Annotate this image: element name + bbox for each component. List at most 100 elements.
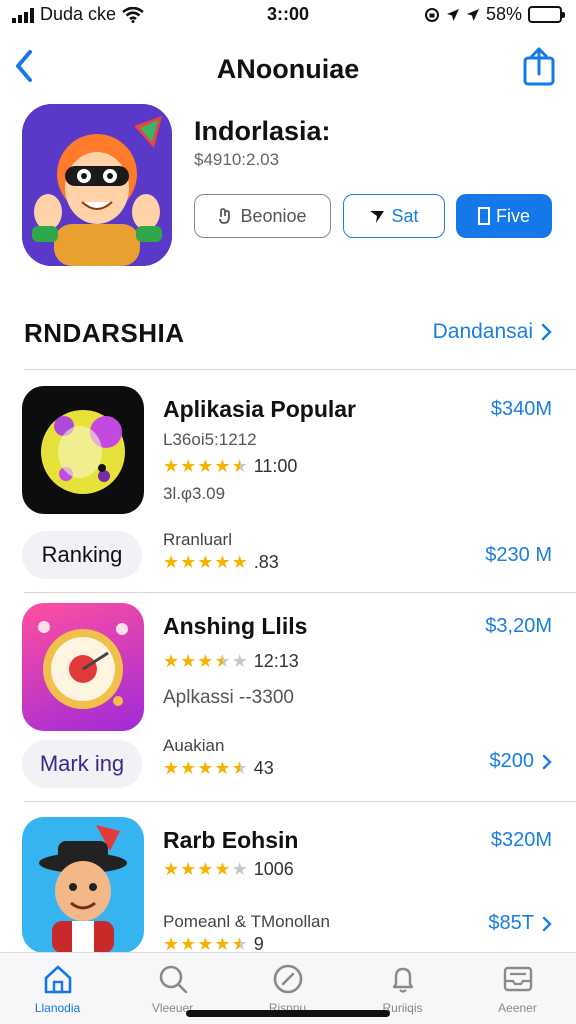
star-icon: ★: [214, 758, 231, 778]
chip-marking[interactable]: Mark ing: [22, 740, 142, 788]
app-name: Rarb Eohsin: [163, 827, 299, 853]
app-price[interactable]: $320M: [491, 829, 552, 852]
divider: [24, 801, 576, 802]
app-icon: [22, 603, 144, 731]
hero-primary-label: Five: [495, 205, 530, 226]
chip-ranking[interactable]: Ranking: [22, 531, 142, 579]
tab-search[interactable]: Vleeuer: [115, 963, 230, 1015]
square-icon: [477, 207, 490, 225]
chevron-right-icon: [542, 916, 552, 931]
star-icon: ★: [163, 552, 180, 572]
rating-count: 1006: [253, 859, 294, 879]
star-icon: ★: [231, 758, 248, 778]
tab-label: Aeener: [498, 1001, 537, 1015]
app-price[interactable]: $3,20M: [485, 615, 552, 638]
star-icon: ★: [180, 651, 197, 671]
star-icon: ★: [214, 651, 231, 671]
tab-notifications[interactable]: Ruriiqis: [345, 963, 460, 1015]
tab-inbox[interactable]: Aeener: [460, 963, 575, 1015]
hand-icon: [219, 208, 231, 224]
star-rating: ★ ★ ★ ★ ★: [163, 456, 248, 477]
divider: [24, 592, 576, 593]
section-see-all-link[interactable]: Dandansai: [433, 320, 552, 344]
hero-secondary-label: Beonioe: [240, 205, 307, 226]
app-meta: L36oi5:1212: [163, 430, 257, 449]
lock-rotation-icon: [424, 7, 439, 22]
app-extra: 3l.φ3.09: [163, 484, 226, 503]
arrow-icon: [370, 211, 385, 223]
star-icon: ★: [163, 651, 180, 671]
star-icon: ★: [180, 859, 197, 879]
hero-secondary-button[interactable]: Beonioe: [194, 194, 331, 238]
hero-outline-button[interactable]: Sat: [343, 194, 445, 238]
star-icon: ★: [231, 859, 248, 879]
star-rating: ★ ★ ★ ★ ★: [163, 859, 248, 880]
star-icon: ★: [180, 758, 197, 778]
hero-primary-button[interactable]: Five: [456, 194, 552, 238]
star-icon: ★: [231, 552, 248, 572]
sub-price-value: $230 M: [485, 544, 552, 566]
share-icon[interactable]: [522, 46, 556, 86]
app-rating-row: ★ ★ ★ ★ ★ 1006: [163, 859, 294, 880]
sub-rating-row: ★ ★ ★ ★ ★ .83: [163, 552, 279, 573]
sub-label: Rranluarl: [163, 530, 232, 549]
page-title: ANoonuiae: [216, 54, 360, 84]
search-icon: [159, 965, 187, 994]
tab-label: Llanodia: [34, 1001, 81, 1015]
hero-outline-label: Sat: [391, 205, 419, 226]
battery-percent: 58%: [485, 4, 522, 24]
star-icon: ★: [163, 859, 180, 879]
star-icon: ★: [197, 758, 214, 778]
app-name: Anshing Llils: [163, 613, 308, 639]
hero-app-subtitle: $4910:2.03: [194, 150, 280, 169]
app-rating-row: ★ ★ ★ ★ ★ 12:13: [163, 651, 299, 672]
star-icon: ★: [197, 859, 214, 879]
app-rating-row: ★ ★ ★ ★ ★ 11:00: [163, 456, 297, 477]
app-icon: [22, 386, 144, 514]
rating-count: 43: [253, 758, 274, 778]
rating-count: 9: [253, 934, 264, 954]
star-rating: ★ ★ ★ ★ ★: [163, 758, 248, 779]
tab-home[interactable]: Llanodia: [0, 963, 115, 1015]
star-icon: ★: [214, 859, 231, 879]
inbox-icon: [503, 966, 532, 992]
sub-rating-row: ★ ★ ★ ★ ★ 43: [163, 758, 274, 779]
star-icon: ★: [197, 456, 214, 476]
status-right: 58%: [424, 4, 565, 25]
star-icon: ★: [214, 456, 231, 476]
star-rating: ★ ★ ★ ★ ★: [163, 552, 248, 573]
star-icon: ★: [180, 552, 197, 572]
divider: [24, 369, 576, 370]
battery-icon: [528, 6, 565, 23]
app-icon: [22, 817, 144, 953]
nav-bar: ANoonuiae: [0, 44, 576, 92]
app-price[interactable]: $340M: [491, 398, 552, 421]
star-rating: ★ ★ ★ ★ ★: [163, 651, 248, 672]
chevron-right-icon: [542, 754, 552, 769]
star-icon: ★: [197, 552, 214, 572]
app-name: Aplikasia Popular: [163, 396, 357, 422]
star-icon: ★: [231, 456, 248, 476]
hero-app-icon[interactable]: [22, 104, 172, 266]
section-title: RNDARSHIA: [24, 318, 185, 348]
tab-discover[interactable]: Risnnu: [230, 963, 345, 1015]
sub-label: Pomeanl & TMonollan: [163, 912, 330, 931]
sub-price-value: $85T: [488, 912, 534, 934]
rating-count: .83: [253, 552, 279, 572]
compass-icon: [273, 964, 302, 994]
section-link-label: Dandansai: [432, 320, 533, 343]
sub-price-value: $200: [489, 750, 535, 772]
sub-price[interactable]: $230 M: [485, 544, 552, 567]
sub-price[interactable]: $85T: [488, 912, 552, 935]
status-bar: Duda cke 3::00 58%: [0, 0, 576, 30]
sub-price[interactable]: $200: [490, 750, 553, 773]
hero-character-image: [22, 104, 172, 266]
home-indicator: [186, 1010, 390, 1017]
location-icon: [446, 8, 459, 21]
rating-count: 11:00: [253, 456, 298, 476]
star-icon: ★: [180, 456, 197, 476]
location-icon-2: [466, 8, 479, 21]
star-icon: ★: [163, 758, 180, 778]
app-extra: Aplkassi --3300: [163, 687, 294, 708]
star-icon: ★: [231, 651, 248, 671]
